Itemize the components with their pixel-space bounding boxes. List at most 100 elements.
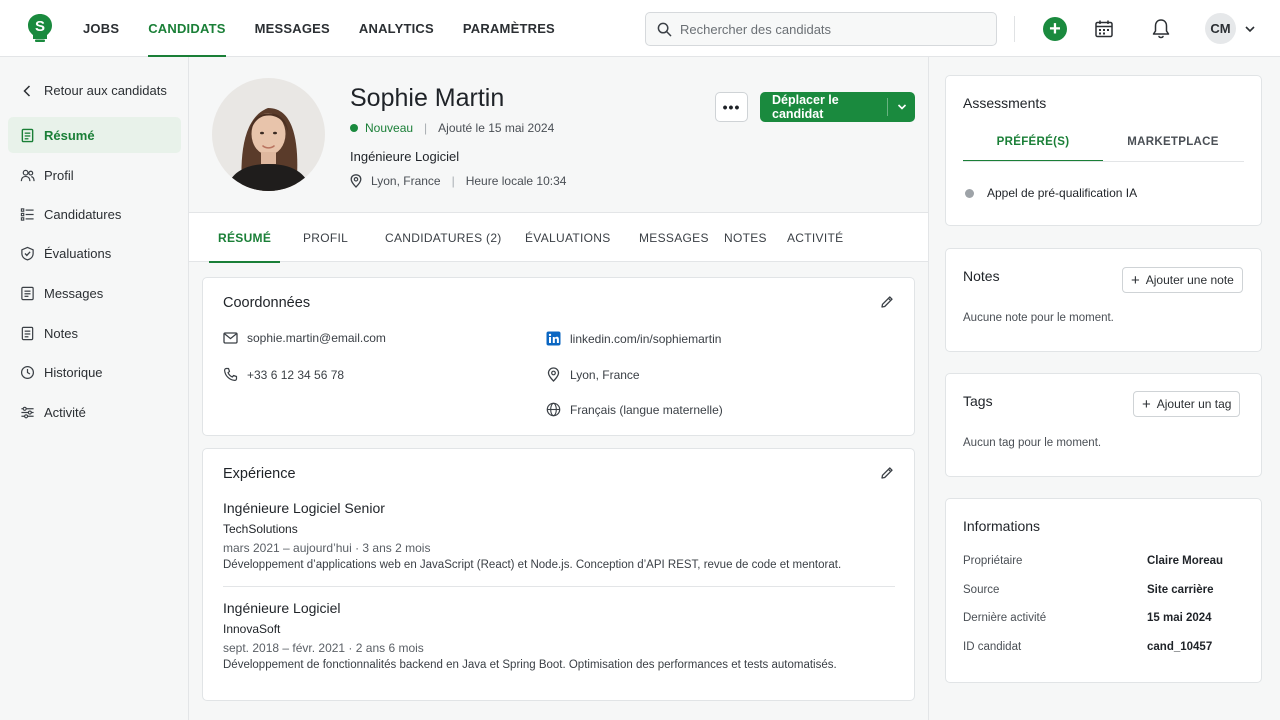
info-key: Source	[963, 584, 1000, 596]
tab-evaluations[interactable]: ÉVALUATIONS	[525, 213, 611, 262]
assessments-title: Assessments	[963, 95, 1047, 111]
right-panel: Assessments PRÉFÉRÉ(S) MARKETPLACE Appel…	[928, 57, 1280, 720]
tab-resume[interactable]: RÉSUMÉ	[208, 213, 281, 263]
sidebar-item-notes[interactable]: Notes	[8, 315, 181, 351]
back-to-candidates-link[interactable]: Retour aux candidats	[23, 83, 167, 98]
language-text: Français (langue maternelle)	[570, 402, 723, 417]
bell-icon[interactable]	[1151, 18, 1171, 40]
note-icon	[21, 326, 34, 340]
location-text: Lyon, France	[371, 174, 441, 188]
sidebar-item-activite[interactable]: Activité	[8, 394, 181, 430]
sidebar-item-label: Historique	[44, 364, 103, 380]
candidate-header: Sophie Martin Nouveau | Ajouté le 15 mai…	[189, 57, 928, 212]
info-value: 15 mai 2024	[1147, 612, 1212, 624]
sidebar-item-messages[interactable]: Messages	[8, 275, 181, 311]
notes-empty-text: Aucune note pour le moment.	[963, 312, 1114, 324]
tab-notes[interactable]: NOTES	[724, 213, 767, 262]
nav-parametres[interactable]: PARAMÈTRES	[463, 0, 555, 57]
sidebar-item-label: Notes	[44, 325, 78, 341]
experience-role: Ingénieure Logiciel	[223, 600, 341, 616]
experience-company: InnovaSoft	[223, 622, 281, 636]
search-icon	[657, 22, 672, 36]
back-label: Retour aux candidats	[44, 83, 167, 98]
location-pin-icon	[547, 367, 560, 382]
experience-card-title: Expérience	[223, 466, 296, 482]
message-icon	[21, 286, 34, 300]
nav-analytics[interactable]: ANALYTICS	[359, 0, 434, 57]
sidebar-item-profil[interactable]: Profil	[8, 157, 181, 193]
tab-marketplace[interactable]: MARKETPLACE	[1103, 136, 1243, 162]
move-candidate-button[interactable]: Déplacer le candidat	[760, 92, 915, 122]
experience-card: Expérience Ingénieure Logiciel Senior Te…	[202, 448, 915, 701]
chevron-down-icon	[1245, 25, 1255, 32]
sliders-icon	[21, 406, 34, 418]
user-menu[interactable]: CM	[1205, 13, 1256, 44]
email-text[interactable]: sophie.martin@email.com	[247, 331, 386, 345]
location-pin-icon	[350, 174, 362, 188]
tab-candidatures[interactable]: CANDIDATURES (2)	[385, 213, 502, 262]
experience-dates: mars 2021 – aujourd’hui · 3 ans 2 mois	[223, 541, 431, 555]
plus-icon: +	[1131, 271, 1140, 289]
phone-text[interactable]: +33 6 12 34 56 78	[247, 368, 344, 382]
candidate-tabs: RÉSUMÉ PROFIL CANDIDATURES (2) ÉVALUATIO…	[189, 212, 928, 263]
svg-text:S: S	[35, 18, 45, 35]
contact-linkedin: linkedin.com/in/sophiemartin	[546, 331, 721, 346]
more-actions-button[interactable]: •••	[715, 92, 748, 122]
nav-candidats[interactable]: CANDIDATS	[148, 0, 226, 57]
assessment-item[interactable]: Appel de pré-qualification IA	[965, 186, 1137, 200]
experience-company: TechSolutions	[223, 522, 298, 536]
sidebar-item-resume[interactable]: Résumé	[8, 117, 181, 153]
top-bar: S JOBS CANDIDATS MESSAGES ANALYTICS PARA…	[0, 0, 1280, 57]
move-candidate-label: Déplacer le candidat	[772, 93, 839, 121]
local-time: Heure locale 10:34	[465, 174, 567, 188]
separator: |	[451, 174, 455, 188]
linkedin-text[interactable]: linkedin.com/in/sophiemartin	[570, 332, 721, 346]
app-logo-icon[interactable]: S	[27, 13, 53, 43]
search-box	[645, 12, 997, 46]
divider	[223, 586, 895, 587]
notes-card: Notes + Ajouter une note Aucune note pou…	[945, 248, 1262, 352]
move-candidate-dropdown[interactable]	[888, 102, 915, 112]
info-card: Informations Propriétaire Claire Moreau …	[945, 498, 1262, 683]
status-badge: Nouveau	[365, 121, 414, 135]
sidebar: Retour aux candidats Résumé Profil Candi…	[0, 57, 189, 720]
sidebar-item-candidatures[interactable]: Candidatures	[8, 196, 181, 232]
notes-title: Notes	[963, 268, 1000, 284]
add-note-button[interactable]: + Ajouter une note	[1122, 267, 1243, 293]
sidebar-item-evaluations[interactable]: Évaluations	[8, 235, 181, 271]
tags-title: Tags	[963, 393, 993, 409]
chevron-left-icon	[23, 84, 31, 97]
add-tag-label: Ajouter un tag	[1156, 397, 1232, 411]
tab-messages[interactable]: MESSAGES	[639, 213, 709, 262]
sidebar-item-label: Messages	[44, 285, 104, 301]
nav-messages[interactable]: MESSAGES	[255, 0, 330, 57]
calendar-icon[interactable]	[1094, 19, 1114, 39]
edit-icon[interactable]	[880, 295, 894, 309]
add-button[interactable]: +	[1043, 17, 1067, 41]
plus-icon: +	[1049, 18, 1061, 40]
list-icon	[20, 207, 34, 221]
tab-activite[interactable]: ACTIVITÉ	[787, 213, 843, 262]
nav-jobs[interactable]: JOBS	[83, 0, 119, 57]
edit-icon[interactable]	[880, 466, 894, 480]
mail-icon	[223, 332, 238, 344]
contact-language: Français (langue maternelle)	[546, 402, 723, 417]
experience-description: Développement de fonctionnalités backend…	[223, 659, 837, 671]
info-key: Propriétaire	[963, 555, 1023, 567]
separator: |	[424, 121, 428, 135]
experience-description: Développement d’applications web en Java…	[223, 559, 842, 571]
contact-email: sophie.martin@email.com	[223, 331, 386, 345]
avatar: CM	[1205, 13, 1236, 44]
add-tag-button[interactable]: + Ajouter un tag	[1133, 391, 1241, 417]
info-title: Informations	[963, 518, 1041, 534]
candidate-photo	[212, 78, 325, 191]
sidebar-item-historique[interactable]: Historique	[8, 354, 181, 390]
tab-profil[interactable]: PROFIL	[303, 213, 348, 262]
city-text: Lyon, France	[570, 367, 640, 382]
tags-empty-text: Aucun tag pour le moment.	[963, 437, 1102, 449]
tab-preferes[interactable]: PRÉFÉRÉ(S)	[963, 136, 1103, 162]
sidebar-item-label: Résumé	[44, 127, 95, 143]
more-icon: •••	[722, 99, 741, 115]
info-value: Site carrière	[1147, 584, 1214, 596]
search-input[interactable]	[680, 21, 980, 37]
